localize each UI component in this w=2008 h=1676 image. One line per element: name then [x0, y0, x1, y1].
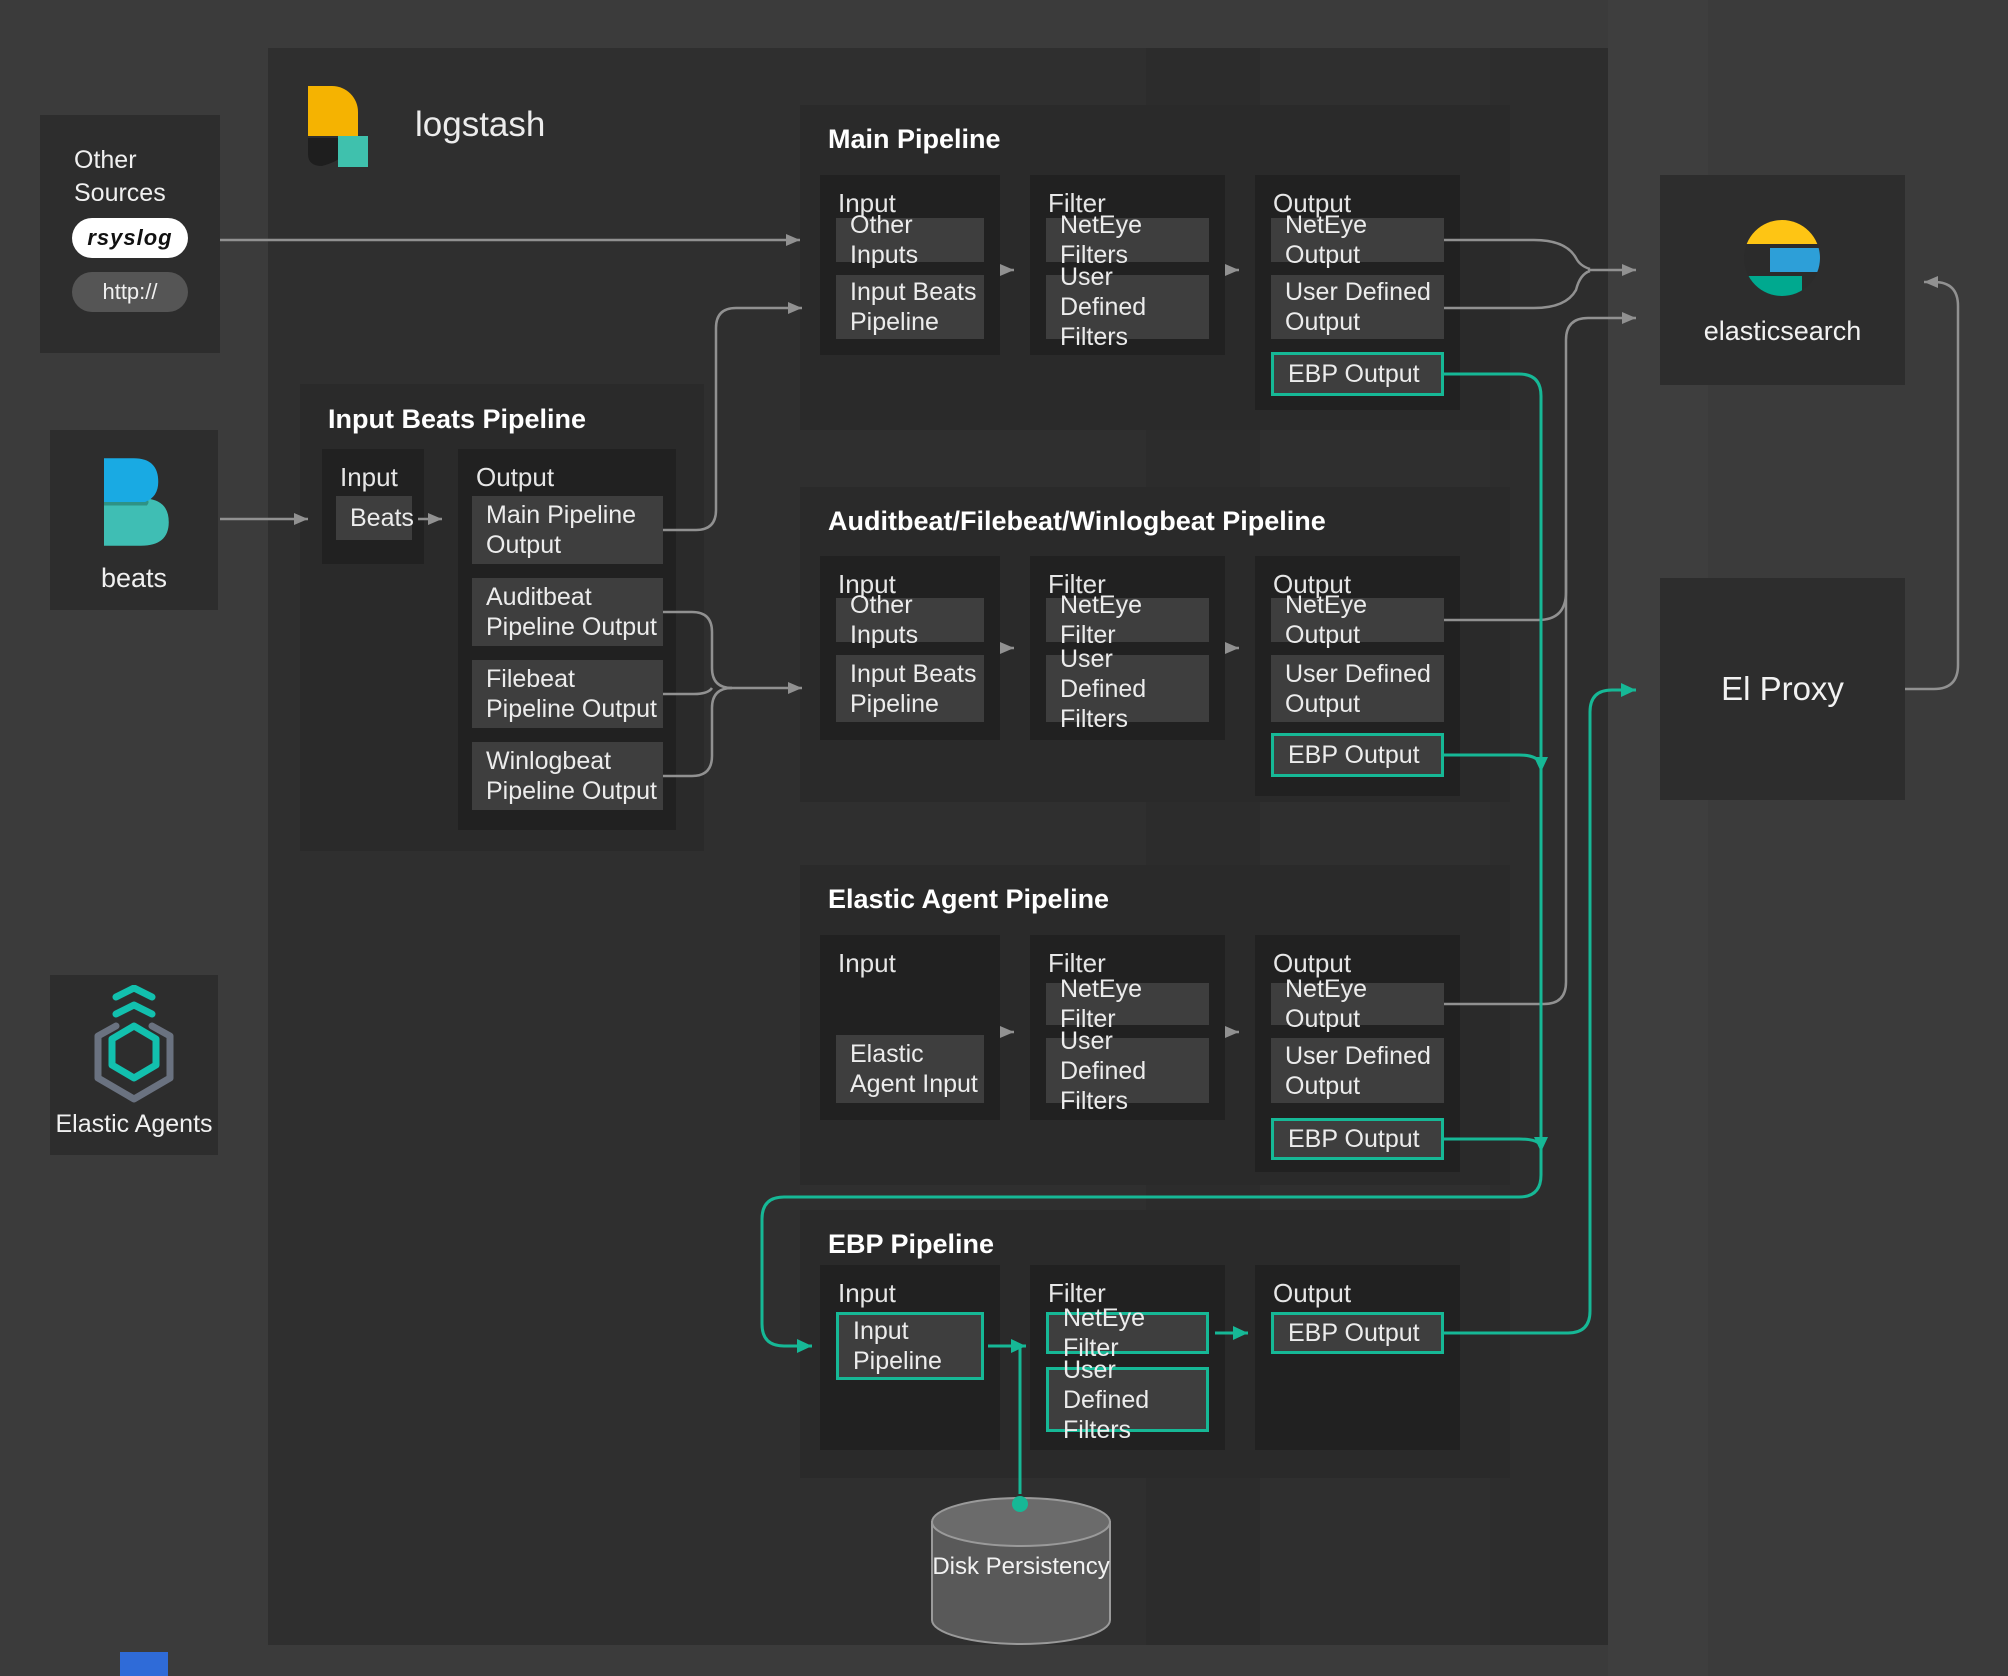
elastic-agents-icon [94, 985, 174, 1103]
elastic-agent-item-input: Elastic Agent Input [836, 1035, 984, 1103]
pipeline-elastic-agent-title: Elastic Agent Pipeline [828, 884, 1110, 914]
input-beats-input-label: Input [340, 462, 398, 492]
connector-elproxy-to-elasticsearch [1905, 276, 1960, 691]
elastic-agent-item-ebp-output: EBP Output [1271, 1118, 1444, 1160]
beats-family-item-ebp-output: EBP Output [1271, 733, 1444, 777]
logstash-icon [308, 86, 368, 167]
beats-family-item-neteye-output: NetEye Output [1271, 591, 1444, 649]
logstash-wordmark: logstash [415, 105, 546, 144]
input-beats-item-main-pipeline-output: Main Pipeline Output [472, 496, 663, 564]
input-beats-item-winlogbeat-pipeline-output: Winlogbeat Pipeline Output [472, 742, 663, 810]
beats-family-item-other-inputs: Other Inputs [836, 591, 984, 649]
elasticsearch-label: elasticsearch [1703, 316, 1862, 346]
elastic-agent-item-neteye-filter: NetEye Filter [1046, 975, 1209, 1033]
http-source-pill: http:// [72, 272, 188, 312]
ebp-item-neteye-filter: NetEye Filter [1046, 1304, 1209, 1362]
pipeline-input-beats-title: Input Beats Pipeline [328, 404, 587, 434]
beats-icon [104, 458, 169, 546]
elastic-agent-item-user-defined-output: User Defined Output [1271, 1038, 1444, 1103]
ebp-input-label: Input [838, 1278, 896, 1308]
main-item-neteye-output: NetEye Output [1271, 211, 1444, 269]
pipeline-main-title: Main Pipeline [828, 124, 1001, 154]
pipeline-ebp-title: EBP Pipeline [828, 1229, 995, 1259]
ebp-item-input-pipeline: Input Pipeline [836, 1312, 984, 1380]
pipeline-beats-family-title: Auditbeat/Filebeat/Winlogbeat Pipeline [828, 506, 1326, 536]
elasticsearch-icon [1744, 220, 1820, 296]
other-sources-title: Other Sources [74, 146, 166, 207]
main-item-user-defined-filters: User Defined Filters [1046, 263, 1209, 351]
main-item-neteye-filters: NetEye Filters [1046, 211, 1209, 269]
beats-family-item-input-beats-pipeline: Input Beats Pipeline [836, 655, 984, 722]
beats-family-item-user-defined-output: User Defined Output [1271, 655, 1444, 722]
rsyslog-logo: rsyslog [72, 218, 188, 258]
input-beats-item-auditbeat-pipeline-output: Auditbeat Pipeline Output [472, 578, 663, 646]
main-item-input-beats-pipeline: Input Beats Pipeline [836, 275, 984, 339]
diagram-canvas: logstash Other Sources rsyslog http:// b… [0, 0, 2008, 1676]
elastic-agent-item-neteye-output: NetEye Output [1271, 975, 1444, 1033]
input-beats-item-filebeat-pipeline-output: Filebeat Pipeline Output [472, 660, 663, 728]
ebp-item-ebp-output: EBP Output [1271, 1312, 1444, 1354]
elastic-agents-label: Elastic Agents [55, 1110, 213, 1138]
elastic-agent-item-user-defined-filters: User Defined Filters [1046, 1027, 1209, 1115]
input-beats-output-label: Output [476, 462, 555, 492]
ebp-item-user-defined-filters: User Defined Filters [1046, 1356, 1209, 1444]
beats-label: beats [100, 563, 168, 593]
beats-family-item-neteye-filter: NetEye Filter [1046, 591, 1209, 649]
input-beats-item-beats: Beats [336, 496, 414, 540]
disk-persistency-label: Disk Persistency [932, 1553, 1110, 1580]
bottom-left-blue-mark [120, 1652, 168, 1676]
el-proxy-label: El Proxy [1721, 670, 1844, 707]
main-item-user-defined-output: User Defined Output [1271, 275, 1444, 339]
beats-family-item-user-defined-filters: User Defined Filters [1046, 645, 1209, 733]
main-item-ebp-output: EBP Output [1271, 352, 1444, 396]
elastic-agent-input-label: Input [838, 948, 896, 978]
ebp-output-label: Output [1273, 1278, 1352, 1308]
main-item-other-inputs: Other Inputs [836, 211, 984, 269]
